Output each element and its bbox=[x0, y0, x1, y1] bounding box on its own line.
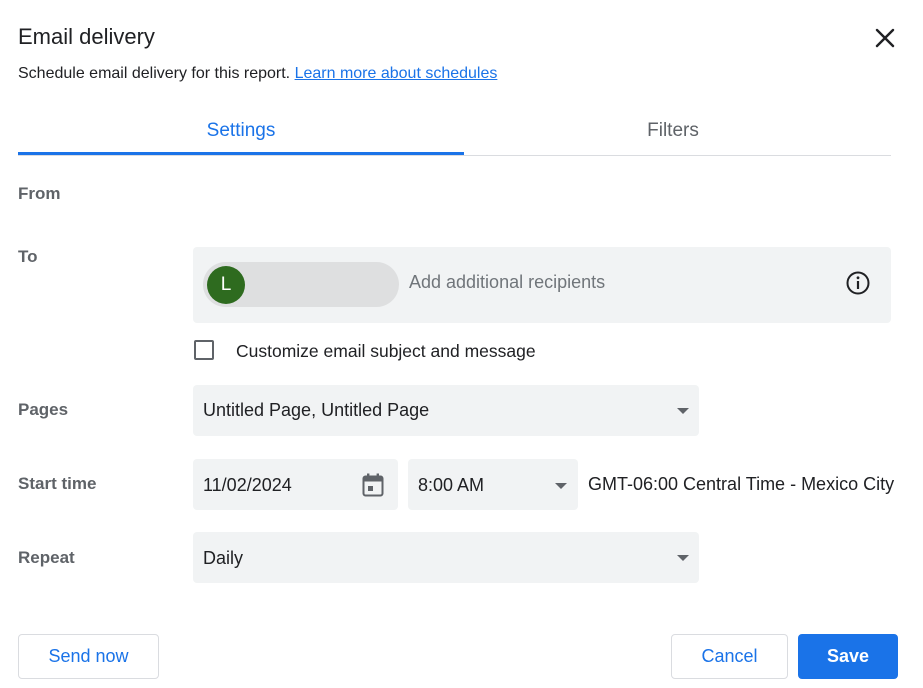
pages-label: Pages bbox=[18, 400, 69, 419]
chevron-down-icon bbox=[677, 408, 689, 414]
recipients-placeholder[interactable]: Add additional recipients bbox=[409, 272, 605, 293]
repeat-value: Daily bbox=[203, 548, 244, 568]
tab-bar: Settings Filters bbox=[18, 110, 891, 156]
tab-filters[interactable]: Filters bbox=[455, 110, 891, 154]
pages-value: Untitled Page, Untitled Page bbox=[203, 400, 430, 420]
close-icon[interactable] bbox=[873, 26, 897, 50]
subtitle-text: Schedule email delivery for this report. bbox=[18, 65, 291, 82]
start-time-value: 8:00 AM bbox=[418, 475, 485, 495]
customize-checkbox[interactable] bbox=[194, 340, 214, 360]
dialog-subtitle: Schedule email delivery for this report.… bbox=[18, 65, 497, 83]
tab-settings-label: Settings bbox=[206, 120, 276, 141]
chevron-down-icon bbox=[677, 555, 689, 561]
recipient-chip[interactable]: L bbox=[203, 262, 399, 307]
repeat-label: Repeat bbox=[18, 548, 75, 567]
save-button[interactable]: Save bbox=[798, 634, 898, 679]
repeat-select[interactable]: Daily bbox=[193, 532, 699, 583]
start-time-label: Start time bbox=[18, 474, 97, 493]
calendar-icon[interactable] bbox=[361, 472, 385, 498]
cancel-button[interactable]: Cancel bbox=[671, 634, 788, 679]
chevron-down-icon bbox=[555, 483, 567, 489]
send-now-button[interactable]: Send now bbox=[18, 634, 159, 679]
timezone-text: GMT-06:00 Central Time - Mexico City bbox=[588, 474, 895, 494]
from-label: From bbox=[18, 184, 61, 203]
tab-filters-label: Filters bbox=[647, 120, 699, 141]
start-date-field[interactable]: 11/02/2024 bbox=[193, 459, 398, 510]
tab-settings[interactable]: Settings bbox=[18, 110, 464, 155]
start-date-value: 11/02/2024 bbox=[203, 475, 292, 495]
customize-label: Customize email subject and message bbox=[236, 341, 536, 361]
dialog-title: Email delivery bbox=[18, 24, 155, 49]
start-time-select[interactable]: 8:00 AM bbox=[408, 459, 578, 510]
recipients-field[interactable]: L Add additional recipients bbox=[193, 247, 891, 323]
avatar: L bbox=[207, 266, 245, 304]
info-icon[interactable] bbox=[845, 270, 871, 296]
active-tab-indicator bbox=[18, 152, 464, 155]
to-label: To bbox=[18, 247, 38, 266]
pages-select[interactable]: Untitled Page, Untitled Page bbox=[193, 385, 699, 436]
learn-more-link[interactable]: Learn more about schedules bbox=[295, 65, 498, 82]
